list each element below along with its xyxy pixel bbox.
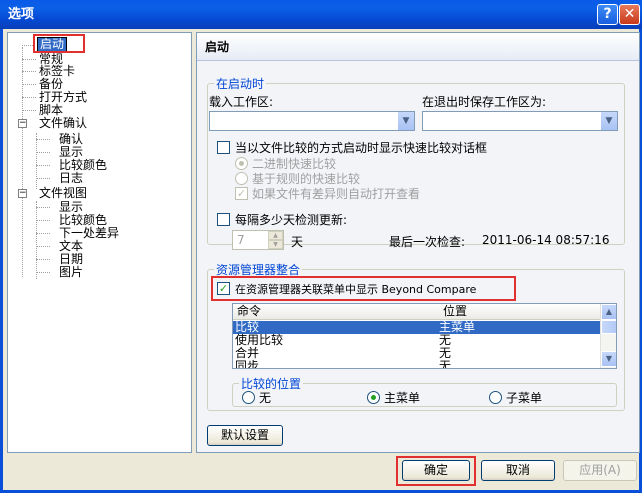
cancel-button[interactable]: 取消 (481, 460, 555, 481)
startup-group-legend: 在启动时 (216, 77, 265, 91)
close-button[interactable]: ✕ (619, 4, 640, 25)
context-menu-list[interactable]: 命令 位置 比较 主菜单 使用比较 无 合并 无 同步 无 ▲ ▼ (232, 303, 617, 369)
quick-compare-label: 当以文件比较的方式启动时显示快速比较对话框 (235, 141, 488, 155)
highlight-startup (33, 34, 85, 53)
settings-panel: 启动 在启动时 载入工作区: ▼ 在退出时保存工作区为: ▼ 当以文件比较的方式… (196, 32, 640, 453)
rule-quick-radio[interactable] (235, 172, 248, 185)
collapse-file-confirm-icon[interactable]: − (18, 119, 27, 128)
auto-open-label: 如果文件有差异则自动打开查看 (252, 187, 421, 201)
position-none-radio[interactable] (242, 391, 255, 404)
chevron-down-icon[interactable]: ▼ (397, 112, 414, 130)
column-header-command[interactable]: 命令 (233, 304, 439, 320)
scroll-up-icon[interactable]: ▲ (601, 304, 616, 320)
position-sub-radio[interactable] (489, 391, 502, 404)
default-settings-button[interactable]: 默认设置 (207, 425, 283, 446)
title-bar: 选项 (0, 0, 642, 29)
tree-item-file-view[interactable]: 文件视图 (39, 187, 87, 200)
column-header-position[interactable]: 位置 (439, 304, 602, 320)
spin-up-icon[interactable]: ▲ (268, 231, 283, 240)
position-main-radio[interactable] (367, 391, 380, 404)
binary-quick-radio[interactable] (235, 157, 248, 170)
ok-button[interactable]: 确定 (402, 460, 470, 481)
options-tree: 启动 常规 标签卡 备份 打开方式 脚本 − 文件确认 确认 显示 比较颜色 日… (7, 32, 192, 453)
collapse-file-view-icon[interactable]: − (18, 189, 27, 198)
last-check-value: 2011-06-14 08:57:16 (482, 233, 610, 247)
check-update-label: 每隔多少天检测更新: (235, 213, 348, 227)
list-row-use-compare[interactable]: 使用比较 无 (233, 334, 602, 347)
list-row-merge[interactable]: 合并 无 (233, 347, 602, 360)
position-sub-label: 子菜单 (506, 391, 543, 405)
save-on-exit-label: 在退出时保存工作区为: (422, 95, 547, 109)
list-row-compare[interactable]: 比较 主菜单 (233, 321, 602, 334)
check-update-checkbox[interactable] (217, 213, 230, 226)
auto-open-checkbox[interactable]: ✓ (235, 187, 248, 200)
position-none-label: 无 (259, 391, 272, 405)
panel-title: 启动 (197, 33, 639, 61)
load-workspace-combo[interactable]: ▼ (209, 111, 415, 131)
tree-item-log[interactable]: 日志 (59, 172, 83, 185)
spin-down-icon[interactable]: ▼ (268, 240, 283, 249)
help-button[interactable]: ? (597, 4, 618, 25)
quick-compare-checkbox[interactable] (217, 141, 230, 154)
context-menu-checkbox[interactable]: ✓ (217, 282, 230, 295)
list-row-sync[interactable]: 同步 无 (233, 360, 602, 369)
save-on-exit-combo[interactable]: ▼ (422, 111, 618, 131)
context-menu-label: 在资源管理器关联菜单中显示 Beyond Compare (235, 283, 477, 296)
row-position: 无 (439, 359, 452, 369)
scroll-thumb[interactable] (601, 320, 616, 334)
scroll-down-icon[interactable]: ▼ (601, 351, 616, 367)
chevron-down-icon[interactable]: ▼ (600, 112, 617, 130)
last-check-label: 最后一次检查: (389, 235, 466, 249)
load-workspace-label: 载入工作区: (209, 95, 274, 109)
row-command: 同步 (235, 359, 260, 369)
compare-position-group: 比较的位置 (232, 375, 617, 407)
list-scrollbar[interactable]: ▲ ▼ (600, 304, 616, 368)
update-days-value: 7 (237, 233, 245, 247)
days-unit-label: 天 (291, 235, 304, 249)
window-title: 选项 (8, 7, 35, 22)
options-dialog: 选项 ? ✕ 启动 常规 标签卡 备份 打开方式 脚本 − 文件确认 确认 显示… (0, 0, 642, 493)
apply-button[interactable]: 应用(A) (563, 460, 637, 481)
position-main-label: 主菜单 (384, 391, 421, 405)
tree-item-file-confirm[interactable]: 文件确认 (39, 117, 87, 130)
update-days-spinner[interactable]: 7 ▲ ▼ (232, 230, 284, 250)
tree-item-picture[interactable]: 图片 (59, 266, 83, 279)
